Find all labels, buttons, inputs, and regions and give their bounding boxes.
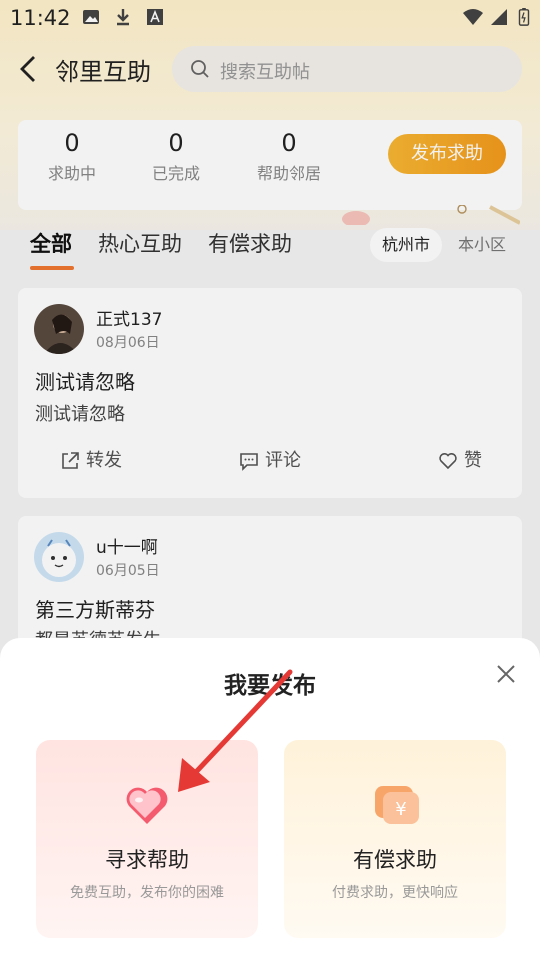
sheet-title: 我要发布 (224, 673, 316, 699)
option-title: 有偿求助 (353, 848, 437, 872)
option-title: 寻求帮助 (105, 848, 189, 872)
close-icon[interactable] (496, 664, 516, 684)
page: 11:42 邻里互助 搜索互助帖 0 求助中 0 已完成 0 帮助邻居 发布求助 (0, 0, 540, 960)
seek-help-option[interactable]: 寻求帮助 免费互助，发布你的困难 (36, 740, 258, 938)
coin-icon: ¥ (375, 786, 419, 824)
heart-icon (126, 787, 168, 824)
publish-sheet: 我要发布 寻求帮助 免费互助，发布你的困难 ¥ 有偿求助 付费求助，更快响应 (0, 638, 540, 960)
option-subtitle: 付费求助，更快响应 (332, 885, 458, 901)
svg-text:¥: ¥ (395, 799, 406, 820)
option-subtitle: 免费互助，发布你的困难 (70, 885, 224, 901)
paid-help-option[interactable]: ¥ 有偿求助 付费求助，更快响应 (284, 740, 506, 938)
